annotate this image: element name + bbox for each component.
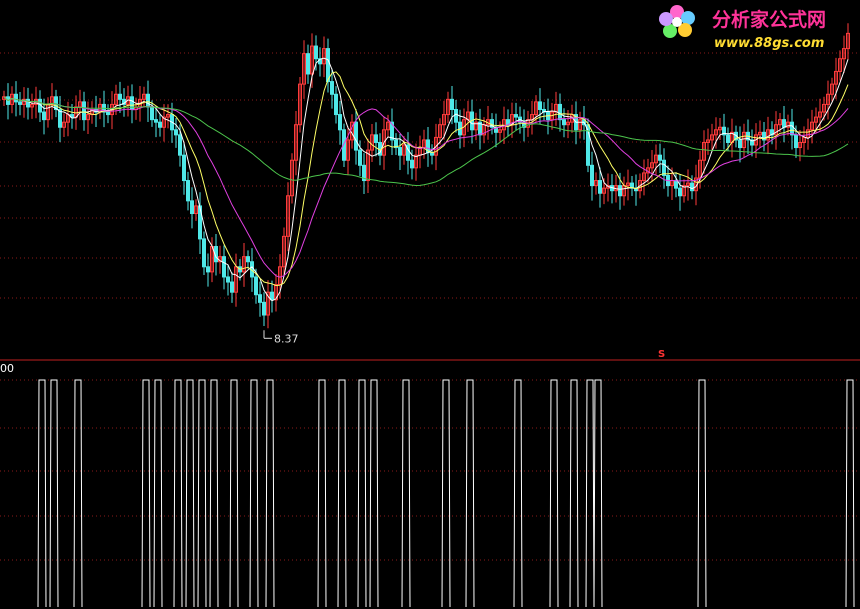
candle-body	[330, 81, 334, 95]
moving-average-5	[3, 57, 849, 302]
candle-body	[154, 119, 158, 123]
candle-body	[178, 134, 182, 156]
signal-pulse	[569, 379, 579, 608]
candle-body	[58, 108, 62, 128]
signal-pulse	[229, 379, 239, 608]
signal-pulse	[465, 379, 475, 608]
candle-body	[562, 119, 566, 126]
candle-body	[726, 134, 730, 143]
candle-body	[14, 93, 18, 103]
candle-body	[538, 101, 542, 110]
candle-body	[186, 180, 190, 202]
candle-body	[18, 101, 22, 105]
candle-body	[254, 276, 258, 296]
candle-body	[450, 98, 454, 110]
candle-body	[326, 48, 330, 83]
signal-pulse	[337, 379, 347, 608]
candle-body	[738, 139, 742, 149]
candle-body	[190, 200, 194, 215]
watermark-title: 分析家公式网	[712, 8, 826, 31]
candle-body	[82, 101, 86, 121]
candle-body	[334, 93, 338, 116]
signal-ytick-label: 00	[0, 362, 14, 375]
candle-body	[146, 93, 150, 108]
signal-pulse	[37, 379, 47, 608]
signal-pulse	[265, 379, 275, 608]
low-marker-label: 8.37	[274, 332, 299, 345]
candle-body	[258, 294, 262, 303]
candle-body	[398, 147, 402, 156]
chart-stage: 8.37 S 00 分析家公式网 www.88gs.com	[0, 5, 860, 608]
signal-pulse	[845, 379, 855, 608]
flower-logo-icon	[659, 5, 695, 38]
signal-pulse	[173, 379, 183, 608]
moving-average-20	[3, 96, 849, 278]
candle-body	[158, 121, 162, 128]
candle-body	[226, 276, 230, 283]
candle-body	[174, 129, 178, 136]
price-panel: 8.37 S	[0, 23, 860, 361]
signal-pulse	[49, 379, 59, 608]
candle-body	[514, 114, 518, 118]
sell-signal-marker: S	[658, 349, 665, 360]
candle-body	[338, 114, 342, 131]
signal-pulse	[593, 379, 603, 608]
candle-body	[782, 119, 786, 128]
signal-pulse	[585, 379, 595, 608]
candle-body	[270, 291, 274, 301]
candle-body	[202, 238, 206, 268]
candle-body	[262, 301, 266, 316]
candle-body	[106, 111, 110, 116]
signal-pulse	[697, 379, 707, 608]
candle-body	[410, 159, 414, 169]
candle-body	[354, 121, 358, 151]
signal-pulse	[357, 379, 367, 608]
candle-body	[618, 185, 622, 197]
candle-body	[42, 111, 46, 121]
signal-pulse	[317, 379, 327, 608]
candle-body	[558, 103, 562, 121]
signal-pulse	[197, 379, 207, 608]
signal-panel: 00	[0, 362, 860, 608]
candle-body	[150, 106, 154, 121]
candle-body	[690, 182, 694, 192]
candle-body	[246, 256, 250, 263]
candle-body	[662, 159, 666, 176]
signal-pulse	[153, 379, 163, 608]
candle-body	[118, 93, 122, 100]
signal-pulse	[185, 379, 195, 608]
candle-body	[658, 154, 662, 161]
signal-pulse	[141, 379, 151, 608]
candle-body	[674, 180, 678, 189]
candle-body	[678, 187, 682, 197]
candle-body	[454, 108, 458, 123]
watermark: 分析家公式网 www.88gs.com	[659, 5, 826, 51]
candle-body	[794, 134, 798, 149]
signal-pulse	[369, 379, 379, 608]
candle-body	[230, 281, 234, 293]
candle-body	[206, 266, 210, 273]
candle-body	[314, 45, 318, 60]
candle-body	[590, 164, 594, 187]
watermark-url: www.88gs.com	[714, 36, 824, 51]
candle-body	[374, 134, 378, 143]
candle-body	[358, 149, 362, 166]
signal-pulse	[209, 379, 219, 608]
signal-pulse	[441, 379, 451, 608]
signal-pulse	[73, 379, 83, 608]
signal-pulse	[549, 379, 559, 608]
candle-body	[598, 180, 602, 194]
candle-body	[182, 154, 186, 182]
candle-body	[306, 53, 310, 75]
signal-pulse	[513, 379, 523, 608]
signal-pulse	[401, 379, 411, 608]
candle-body	[790, 121, 794, 136]
candle-body	[222, 256, 226, 278]
signal-pulse	[249, 379, 259, 608]
